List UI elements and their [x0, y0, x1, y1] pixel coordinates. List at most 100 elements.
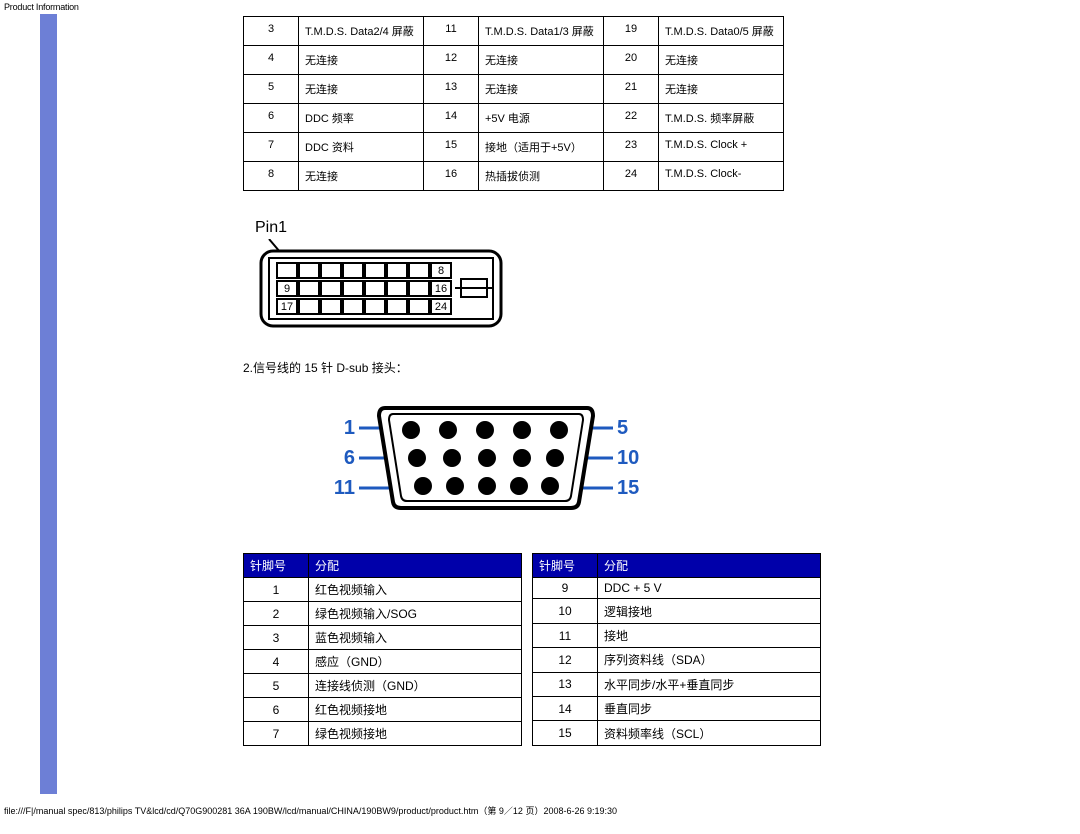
svg-text:10: 10	[617, 447, 639, 469]
pin-alloc: 红色视频输入	[309, 578, 522, 602]
pin-alloc: 水平同步/水平+垂直同步	[598, 672, 821, 696]
pin-number: 6	[244, 104, 299, 133]
table-row: 10逻辑接地	[533, 599, 821, 623]
pin-desc: +5V 电源	[479, 104, 604, 133]
pin-alloc: 连接线侦测（GND）	[309, 674, 522, 698]
pin-number: 11	[424, 17, 479, 46]
pin-number: 13	[424, 75, 479, 104]
pin-alloc: 序列资料线（SDA）	[598, 648, 821, 672]
pin-number: 12	[533, 648, 598, 672]
pin-number: 6	[244, 698, 309, 722]
table-row: 13水平同步/水平+垂直同步	[533, 672, 821, 696]
pin-alloc: 蓝色视频输入	[309, 626, 522, 650]
pin-desc: T.M.D.S. 频率屏蔽	[659, 104, 784, 133]
table-row: 5无连接13无连接21无连接	[244, 75, 784, 104]
dvi-connector-diagram: Pin1 8 9	[255, 219, 1040, 331]
pin-desc: 无连接	[479, 46, 604, 75]
pin-number: 15	[424, 133, 479, 162]
table-row: 3T.M.D.S. Data2/4 屏蔽11T.M.D.S. Data1/3 屏…	[244, 17, 784, 46]
svg-text:8: 8	[438, 265, 444, 277]
table-row: 7绿色视频接地	[244, 722, 522, 746]
pin-number: 15	[533, 721, 598, 746]
dsub-header-alloc: 分配	[598, 554, 821, 578]
pin-number: 5	[244, 674, 309, 698]
table-row: 4无连接12无连接20无连接	[244, 46, 784, 75]
dsub-pin-table-left: 针脚号 分配 1红色视频输入2绿色视频输入/SOG3蓝色视频输入4感应（GND）…	[243, 553, 522, 746]
svg-text:11: 11	[334, 477, 355, 499]
dsub-header-pin: 针脚号	[533, 554, 598, 578]
dvi-pin-table: 3T.M.D.S. Data2/4 屏蔽11T.M.D.S. Data1/3 屏…	[243, 16, 784, 191]
pin-desc: T.M.D.S. Data0/5 屏蔽	[659, 17, 784, 46]
pin-alloc: 资料频率线（SCL）	[598, 721, 821, 746]
table-row: 14垂直同步	[533, 697, 821, 721]
pin-desc: 无连接	[479, 75, 604, 104]
pin-alloc: 接地	[598, 623, 821, 647]
pin-number: 20	[604, 46, 659, 75]
pin-number: 16	[424, 162, 479, 191]
pin-alloc: 感应（GND）	[309, 650, 522, 674]
pin-desc: 无连接	[299, 75, 424, 104]
table-row: 8无连接16热插拔侦测24T.M.D.S. Clock-	[244, 162, 784, 191]
pin-desc: DDC 频率	[299, 104, 424, 133]
pin-number: 21	[604, 75, 659, 104]
pin1-label: Pin1	[255, 219, 1040, 237]
pin-alloc: 绿色视频接地	[309, 722, 522, 746]
pin-desc: 无连接	[299, 162, 424, 191]
table-row: 15资料频率线（SCL）	[533, 721, 821, 746]
table-row: 1红色视频输入	[244, 578, 522, 602]
pin-desc: 接地（适用于+5V）	[479, 133, 604, 162]
pin-desc: 无连接	[299, 46, 424, 75]
pin-number: 22	[604, 104, 659, 133]
pin-desc: T.M.D.S. Data2/4 屏蔽	[299, 17, 424, 46]
table-row: 12序列资料线（SDA）	[533, 648, 821, 672]
pin-number: 2	[244, 602, 309, 626]
pin-alloc: DDC + 5 V	[598, 578, 821, 599]
svg-text:9: 9	[284, 283, 290, 295]
table-row: 5连接线侦测（GND）	[244, 674, 522, 698]
pin-number: 14	[533, 697, 598, 721]
dsub-pin-table-right: 针脚号 分配 9DDC + 5 V10逻辑接地11接地12序列资料线（SDA）1…	[532, 553, 821, 746]
pin-number: 23	[604, 133, 659, 162]
table-row: 9DDC + 5 V	[533, 578, 821, 599]
pin-number: 3	[244, 626, 309, 650]
left-band	[40, 14, 57, 794]
table-row: 3蓝色视频输入	[244, 626, 522, 650]
pin-desc: T.M.D.S. Data1/3 屏蔽	[479, 17, 604, 46]
pin-number: 10	[533, 599, 598, 623]
table-row: 6DDC 频率14+5V 电源22T.M.D.S. 频率屏蔽	[244, 104, 784, 133]
dsub-connector-diagram: 1 6 11 5 10 15	[293, 394, 1040, 517]
pin-number: 12	[424, 46, 479, 75]
pin-number: 11	[533, 623, 598, 647]
svg-text:6: 6	[344, 447, 355, 469]
pin-alloc: 垂直同步	[598, 697, 821, 721]
pin-alloc: 逻辑接地	[598, 599, 821, 623]
pin-number: 4	[244, 650, 309, 674]
header-title: Product Information	[0, 0, 1080, 14]
pin-number: 9	[533, 578, 598, 599]
table-row: 4感应（GND）	[244, 650, 522, 674]
table-row: 11接地	[533, 623, 821, 647]
pin-alloc: 绿色视频输入/SOG	[309, 602, 522, 626]
pin-desc: DDC 资料	[299, 133, 424, 162]
dsub-intro-text: 2.信号线的 15 针 D-sub 接头：	[243, 359, 1040, 376]
svg-text:24: 24	[435, 301, 447, 313]
pin-number: 7	[244, 722, 309, 746]
pin-number: 8	[244, 162, 299, 191]
svg-text:17: 17	[281, 301, 293, 313]
dsub-header-alloc: 分配	[309, 554, 522, 578]
pin-number: 24	[604, 162, 659, 191]
pin-desc: 热插拔侦测	[479, 162, 604, 191]
pin-number: 7	[244, 133, 299, 162]
pin-number: 1	[244, 578, 309, 602]
pin-desc: 无连接	[659, 46, 784, 75]
pin-desc: 无连接	[659, 75, 784, 104]
svg-text:5: 5	[617, 417, 628, 439]
table-row: 2绿色视频输入/SOG	[244, 602, 522, 626]
svg-text:15: 15	[617, 477, 639, 499]
footer-path: file:///F|/manual spec/813/philips TV&lc…	[0, 794, 1080, 823]
pin-desc: T.M.D.S. Clock-	[659, 162, 784, 191]
svg-text:1: 1	[344, 417, 355, 439]
pin-number: 4	[244, 46, 299, 75]
pin-number: 5	[244, 75, 299, 104]
pin-alloc: 红色视频接地	[309, 698, 522, 722]
